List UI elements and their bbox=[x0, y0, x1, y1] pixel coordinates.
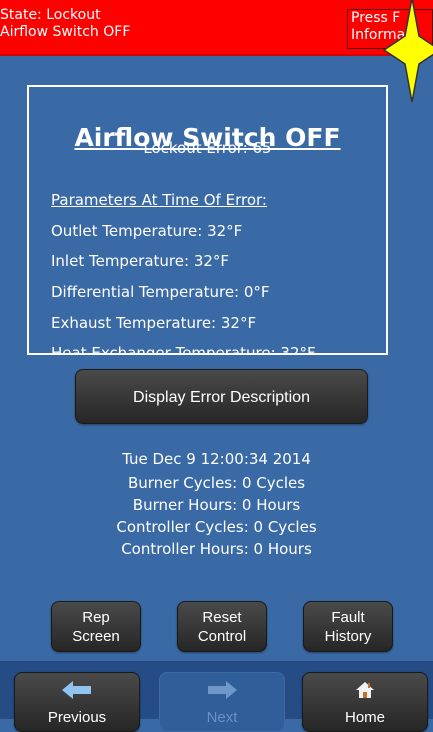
display-error-description-button[interactable]: Display Error Description bbox=[75, 369, 368, 424]
burner-cycles: Burner Cycles: 0 Cycles bbox=[127, 474, 306, 492]
home-icon bbox=[303, 681, 427, 699]
controller-hours: Controller Hours: 0 Hours bbox=[121, 540, 312, 558]
status-text: State: Lockout Airflow Switch OFF bbox=[0, 7, 130, 41]
fault-history-button[interactable]: Fault History bbox=[303, 601, 393, 652]
parameters-heading: Parameters At Time Of Error: bbox=[51, 191, 267, 209]
previous-button[interactable]: Previous bbox=[14, 672, 140, 732]
lockout-error-code: Lockout Error: 65 bbox=[143, 139, 272, 157]
timestamp: Tue Dec 9 12:00:34 2014 bbox=[122, 450, 311, 468]
param-exhaust-temperature: Exhaust Temperature: 32°F bbox=[51, 314, 257, 332]
controller-cycles: Controller Cycles: 0 Cycles bbox=[116, 518, 317, 536]
param-outlet-temperature: Outlet Temperature: 32°F bbox=[51, 222, 243, 240]
reset-control-button[interactable]: Reset Control bbox=[177, 601, 267, 652]
arrow-left-icon bbox=[15, 681, 139, 699]
rep-screen-label-2: Screen bbox=[72, 628, 120, 645]
param-inlet-temperature: Inlet Temperature: 32°F bbox=[51, 252, 230, 270]
previous-label: Previous bbox=[47, 709, 107, 726]
reset-control-label-2: Control bbox=[197, 628, 247, 645]
arrow-right-icon bbox=[160, 681, 284, 699]
home-button[interactable]: Home bbox=[302, 672, 428, 732]
fault-history-label-2: History bbox=[324, 628, 372, 645]
rep-screen-button[interactable]: Rep Screen bbox=[51, 601, 141, 652]
home-label: Home bbox=[344, 709, 385, 726]
state-label: State: Lockout bbox=[0, 7, 101, 23]
param-differential-temperature: Differential Temperature: 0°F bbox=[51, 283, 270, 301]
next-label: Next bbox=[206, 709, 238, 726]
reset-control-label-1: Reset bbox=[202, 609, 242, 626]
burner-hours: Burner Hours: 0 Hours bbox=[132, 496, 301, 514]
status-bar: State: Lockout Airflow Switch OFF Press … bbox=[0, 0, 433, 56]
error-details-panel[interactable]: Airflow Switch OFF Lockout Error: 65 Par… bbox=[27, 85, 388, 355]
rep-screen-label-1: Rep bbox=[82, 609, 110, 626]
fault-history-label-1: Fault bbox=[331, 609, 365, 626]
next-button[interactable]: Next bbox=[159, 672, 285, 732]
param-heat-exchanger-temperature: Heat Exchanger Temperature: 32°F bbox=[51, 344, 316, 355]
status-message: Airflow Switch OFF bbox=[0, 24, 131, 40]
